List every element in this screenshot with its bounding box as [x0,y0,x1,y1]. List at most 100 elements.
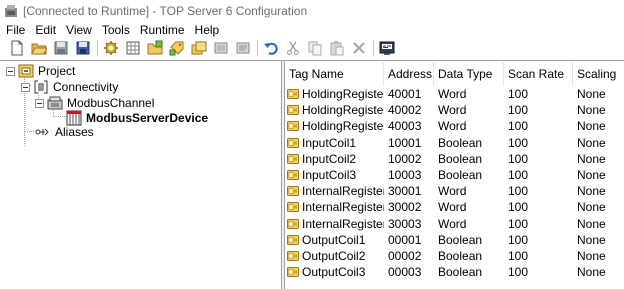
column-header-data-type[interactable]: Data Type [434,62,504,86]
tag-name-cell: HoldingRegister2 [285,102,384,118]
toolbar-separator [257,40,258,56]
duplicate-tag-button[interactable] [212,39,230,57]
properties-icon [236,42,250,54]
delete-button[interactable] [350,39,368,57]
scaling-cell: None [577,151,606,166]
menu-view[interactable]: View [61,22,97,38]
tag-list[interactable]: Tag Name Address Data Type Scan Rate Sca… [285,61,624,289]
menu-file[interactable]: File [0,22,30,38]
table-row[interactable]: OutputCoil1 00001 Boolean 100 None [285,232,624,248]
open-button[interactable] [30,39,48,57]
table-row[interactable]: InputCoil2 10002 Boolean 100 None [285,151,624,167]
undo-button[interactable] [262,39,280,57]
tree-node-aliases[interactable]: Aliases [35,124,95,140]
scaling-cell: None [577,168,606,183]
new-tag-group-button[interactable] [146,39,164,57]
menu-help[interactable]: Help [190,22,225,38]
address-cell: 00002 [388,248,422,263]
scan-rate-cell: 100 [508,87,529,102]
tree-node-channel[interactable]: ModbusChannel [35,95,155,111]
tree-label-connectivity: Connectivity [53,80,119,94]
menu-edit[interactable]: Edit [30,22,61,38]
copy-button[interactable] [306,39,324,57]
properties-button[interactable] [234,39,252,57]
data-type-cell: Boolean [438,168,483,183]
tree-node-connectivity[interactable]: Connectivity [21,79,119,95]
save-button[interactable] [52,39,70,57]
table-row[interactable]: InternalRegister3 30003 Word 100 None [285,216,624,232]
data-type-cell: Boolean [438,265,483,280]
tree-connector [24,131,34,132]
tag-name-cell: InternalRegister1 [285,183,384,199]
address-cell: 10003 [388,168,422,183]
tag-rows: HoldingRegister140001Word100NoneHoldingR… [285,86,624,280]
tree-label-aliases: Aliases [55,125,94,139]
scaling-cell: None [577,135,606,150]
menu-runtime[interactable]: Runtime [135,22,190,38]
toolbar-separator [97,40,98,56]
delete-icon [353,42,365,54]
bulk-tag-button[interactable] [190,39,208,57]
address-cell: 40002 [388,103,422,118]
column-header-scan-rate[interactable]: Scan Rate [504,62,573,86]
tree-label-device: ModbusServerDevice [86,111,209,125]
quick-client-button[interactable] [378,39,396,57]
table-row[interactable]: HoldingRegister1 40001 Word 100 None [285,86,624,102]
tag-icon [287,105,299,116]
scan-rate-cell: 100 [508,135,529,150]
paste-button[interactable] [328,39,346,57]
tag-icon [287,250,299,261]
column-header-address[interactable]: Address [384,62,434,86]
project-tree[interactable]: Project Connectivity ModbusChannel Modbu… [0,61,281,289]
tag-icon [287,170,299,181]
scaling-cell: None [577,103,606,118]
collapse-icon[interactable] [35,98,44,108]
new-tag-button[interactable] [168,39,186,57]
tag-icon [287,137,299,148]
scan-rate-cell: 100 [508,151,529,166]
undo-icon [264,42,278,55]
connectivity-icon [33,79,49,95]
address-cell: 40003 [388,119,422,134]
scan-rate-cell: 100 [508,119,529,134]
project-icon [18,63,34,79]
tag-icon [287,121,299,132]
new-device-button[interactable] [124,39,142,57]
tag-icon [287,153,299,164]
table-row[interactable]: HoldingRegister3 40003 Word 100 None [285,118,624,134]
table-row[interactable]: OutputCoil3 00003 Boolean 100 None [285,264,624,280]
new-project-icon [11,40,23,56]
column-header-tag-name[interactable]: Tag Name [285,62,384,86]
tag-name-text: OutputCoil1 [302,232,366,247]
save-as-icon [76,41,90,55]
menu-tools[interactable]: Tools [97,22,135,38]
data-type-cell: Boolean [438,151,483,166]
scan-rate-cell: 100 [508,232,529,247]
aliases-icon [35,124,51,140]
table-row[interactable]: OutputCoil2 00002 Boolean 100 None [285,248,624,264]
scan-rate-cell: 100 [508,168,529,183]
data-type-cell: Boolean [438,248,483,263]
table-row[interactable]: InternalRegister1 30001 Word 100 None [285,183,624,199]
new-channel-button[interactable] [102,39,120,57]
column-header-scaling[interactable]: Scaling [573,62,624,86]
cut-button[interactable] [284,39,302,57]
data-type-cell: Boolean [438,232,483,247]
save-as-button[interactable] [74,39,92,57]
address-cell: 30002 [388,200,422,215]
collapse-icon[interactable] [21,82,30,92]
collapse-icon[interactable] [6,66,15,76]
tag-name-cell: HoldingRegister3 [285,118,384,134]
table-row[interactable]: InternalRegister2 30002 Word 100 None [285,199,624,215]
tag-name-text: OutputCoil2 [302,248,366,263]
table-row[interactable]: InputCoil3 10003 Boolean 100 None [285,167,624,183]
new-project-button[interactable] [8,39,26,57]
toolbar-separator [373,40,374,56]
tag-name-cell: InputCoil1 [285,135,384,151]
table-row[interactable]: InputCoil1 10001 Boolean 100 None [285,135,624,151]
toolbar [0,38,624,58]
tree-node-project[interactable]: Project [6,63,76,79]
tag-name-text: InternalRegister2 [302,200,384,215]
tag-name-text: InputCoil2 [302,151,357,166]
table-row[interactable]: HoldingRegister2 40002 Word 100 None [285,102,624,118]
